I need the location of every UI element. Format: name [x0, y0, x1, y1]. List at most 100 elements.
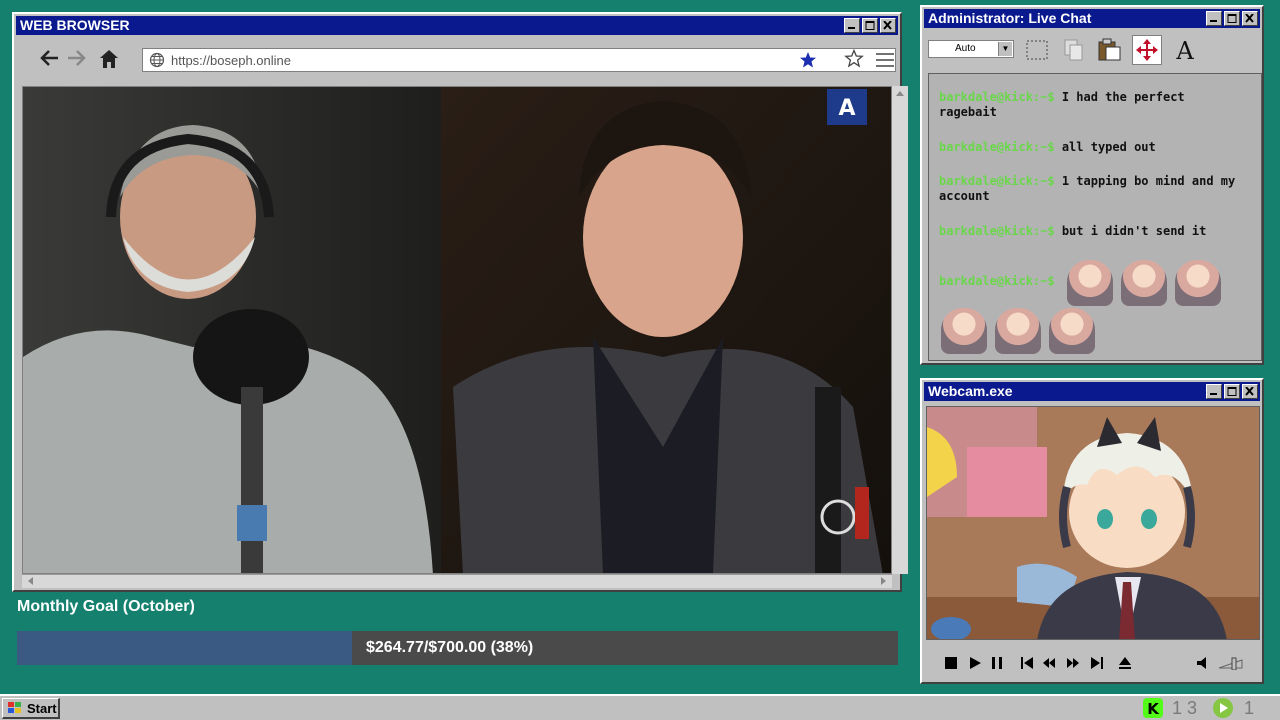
- windows-logo-icon: [8, 702, 21, 713]
- minimize-button[interactable]: [1206, 11, 1222, 26]
- marquee-select-icon: [1026, 40, 1048, 60]
- goal-progress-bar: $264.77/$700.00 (38%): [17, 631, 898, 665]
- chat-username: barkdale@kick:~$: [939, 224, 1055, 238]
- volume-slider[interactable]: [1218, 656, 1244, 670]
- paste-icon: [1098, 38, 1121, 61]
- skip-forward-icon[interactable]: [1090, 656, 1104, 670]
- media-controls: [926, 644, 1260, 680]
- scroll-up-icon[interactable]: [892, 86, 908, 100]
- chat-emote: [941, 308, 987, 354]
- move-tool-button[interactable]: [1132, 35, 1162, 65]
- close-button[interactable]: [1242, 384, 1258, 399]
- chat-emote: [995, 308, 1041, 354]
- eject-icon[interactable]: [1118, 656, 1132, 670]
- select-tool-button[interactable]: [1022, 35, 1052, 65]
- chat-message: barkdale@kick:~$ but i didn't send it: [939, 224, 1249, 239]
- maximize-button[interactable]: [1224, 11, 1240, 26]
- skip-back-icon[interactable]: [1020, 656, 1034, 670]
- close-icon: [883, 21, 892, 30]
- goal-title: Monthly Goal (October): [17, 598, 195, 615]
- chat-toolbar: Auto ▼ A: [926, 31, 1258, 69]
- minimize-button[interactable]: [1206, 384, 1222, 399]
- browser-title: WEB BROWSER: [20, 17, 130, 33]
- move-arrows-icon: [1136, 39, 1158, 61]
- goal-progress-text: $264.77/$700.00 (38%): [366, 639, 534, 656]
- chat-window: Administrator: Live Chat Auto ▼ A barkda…: [920, 5, 1264, 365]
- start-label: Start: [27, 701, 57, 716]
- stop-icon[interactable]: [944, 656, 958, 670]
- font-size-select-value: Auto: [955, 43, 976, 54]
- maximize-button[interactable]: [862, 18, 878, 33]
- maximize-button[interactable]: [1224, 384, 1240, 399]
- browser-toolbar: https://boseph.online: [18, 38, 896, 84]
- horizontal-scrollbar[interactable]: [22, 574, 892, 588]
- rumble-viewer-count: 1: [1244, 698, 1255, 718]
- hamburger-menu-icon[interactable]: [875, 52, 895, 68]
- font-size-select[interactable]: Auto ▼: [928, 40, 1014, 58]
- chat-username: barkdale@kick:~$: [939, 140, 1055, 154]
- video-frame: A: [23, 87, 891, 573]
- rumble-logo-icon: [1213, 698, 1233, 718]
- kick-logo-icon: K: [1143, 698, 1163, 718]
- chat-emote: [1121, 260, 1167, 306]
- video-viewport[interactable]: A: [22, 86, 892, 574]
- font-tool-button[interactable]: A: [1170, 35, 1200, 65]
- chat-username: barkdale@kick:~$: [939, 174, 1055, 188]
- font-letter-icon: A: [1175, 37, 1194, 63]
- chat-message: barkdale@kick:~$ 1 tapping bo mind and m…: [939, 174, 1249, 204]
- minimize-icon: [848, 27, 855, 29]
- pause-icon[interactable]: [990, 656, 1004, 670]
- chat-emote: [1049, 308, 1095, 354]
- chat-message: barkdale@kick:~$ I had the perfect rageb…: [939, 90, 1249, 120]
- globe-icon: [149, 52, 165, 68]
- chat-text: all typed out: [1061, 140, 1156, 154]
- chat-messages[interactable]: barkdale@kick:~$ I had the perfect rageb…: [928, 73, 1262, 361]
- close-icon: [1245, 387, 1254, 396]
- webcam-title: Webcam.exe: [928, 383, 1013, 399]
- chevron-down-icon[interactable]: ▼: [998, 42, 1012, 56]
- back-arrow-icon[interactable]: [38, 48, 60, 68]
- fast-forward-icon[interactable]: [1066, 656, 1080, 670]
- maximize-icon: [865, 21, 875, 30]
- svg-text:A: A: [838, 96, 855, 121]
- minimize-icon: [1210, 20, 1217, 22]
- chat-username: barkdale@kick:~$: [939, 90, 1055, 104]
- address-bar[interactable]: https://boseph.online: [142, 48, 896, 72]
- taskbar: Start K 1 3 1: [0, 694, 1280, 720]
- chat-emote: [1175, 260, 1221, 306]
- vertical-scrollbar[interactable]: [892, 86, 908, 574]
- minimize-button[interactable]: [844, 18, 860, 33]
- maximize-icon: [1227, 14, 1237, 23]
- chat-username: barkdale@kick:~$: [939, 274, 1055, 288]
- maximize-icon: [1227, 387, 1237, 396]
- home-icon[interactable]: [98, 48, 120, 70]
- speaker-icon[interactable]: [1196, 656, 1212, 670]
- paste-tool-button[interactable]: [1094, 35, 1124, 65]
- webcam-titlebar[interactable]: Webcam.exe: [924, 382, 1260, 401]
- browser-titlebar[interactable]: WEB BROWSER: [16, 16, 898, 35]
- forward-arrow-icon[interactable]: [66, 48, 88, 68]
- chat-titlebar[interactable]: Administrator: Live Chat: [924, 9, 1260, 28]
- favorites-star-icon[interactable]: [844, 49, 864, 69]
- start-button[interactable]: Start: [2, 698, 60, 719]
- rewind-icon[interactable]: [1042, 656, 1056, 670]
- close-button[interactable]: [1242, 11, 1258, 26]
- goal-progress-fill: [17, 631, 352, 665]
- url-text: https://boseph.online: [171, 53, 291, 68]
- chat-text: but i didn't send it: [1061, 224, 1207, 238]
- chat-title: Administrator: Live Chat: [928, 10, 1092, 26]
- close-button[interactable]: [880, 18, 896, 33]
- scroll-right-icon[interactable]: [876, 575, 890, 587]
- svg-text:A: A: [1175, 37, 1194, 63]
- minimize-icon: [1210, 393, 1217, 395]
- scroll-left-icon[interactable]: [24, 575, 38, 587]
- copy-tool-button[interactable]: [1058, 35, 1088, 65]
- browser-window: WEB BROWSER https://boseph.online A: [12, 12, 908, 592]
- play-icon[interactable]: [968, 656, 982, 670]
- channel-logo-top: A: [827, 89, 867, 125]
- svg-text:K: K: [1147, 700, 1160, 718]
- copy-icon: [1064, 39, 1083, 61]
- bookmark-star-filled-icon[interactable]: [799, 51, 817, 69]
- chat-message: barkdale@kick:~$ all typed out: [939, 140, 1249, 155]
- kick-viewer-count: 1 3: [1172, 698, 1198, 718]
